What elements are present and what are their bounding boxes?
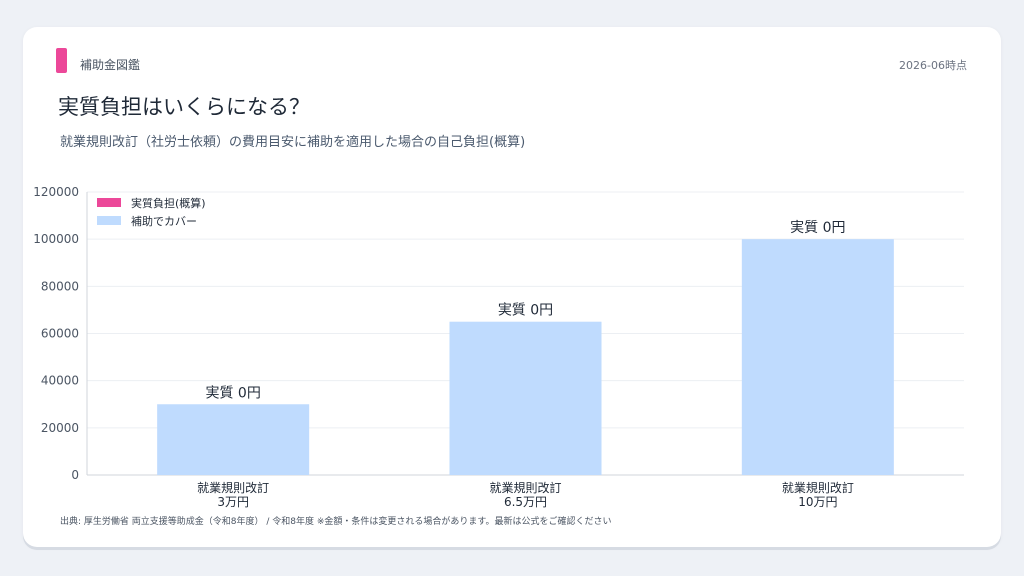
- bar-covered: [157, 404, 310, 475]
- bar-covered: [449, 321, 602, 475]
- legend-swatch: [97, 198, 121, 207]
- x-tick-label: 就業規則改訂: [197, 480, 269, 495]
- x-tick-label: 10万円: [798, 495, 837, 509]
- y-tick-label: 60000: [41, 327, 79, 341]
- x-tick-label: 就業規則改訂: [782, 480, 854, 495]
- legend-label: 補助でカバー: [131, 214, 197, 228]
- bar-chart: 0 20000 40000 60000 80000 100000 120000 実質 0円就業…: [33, 185, 964, 509]
- legend-swatch: [97, 216, 121, 225]
- data-label: 実質 0円: [498, 303, 553, 319]
- x-tick-label: 6.5万円: [504, 495, 547, 509]
- y-tick-label: 20000: [41, 421, 79, 435]
- data-label: 実質 0円: [790, 220, 845, 236]
- data-label: 実質 0円: [205, 385, 260, 401]
- y-tick-label: 120000: [33, 185, 79, 199]
- y-tick-label: 0: [71, 468, 79, 482]
- bar-covered: [741, 239, 894, 475]
- legend-label: 実質負担(概算): [131, 196, 206, 210]
- y-tick-label: 40000: [41, 374, 79, 388]
- x-tick-label: 就業規則改訂: [489, 480, 561, 495]
- y-tick-label: 80000: [41, 279, 79, 293]
- x-tick-label: 3万円: [217, 495, 249, 509]
- y-tick-label: 100000: [33, 232, 79, 246]
